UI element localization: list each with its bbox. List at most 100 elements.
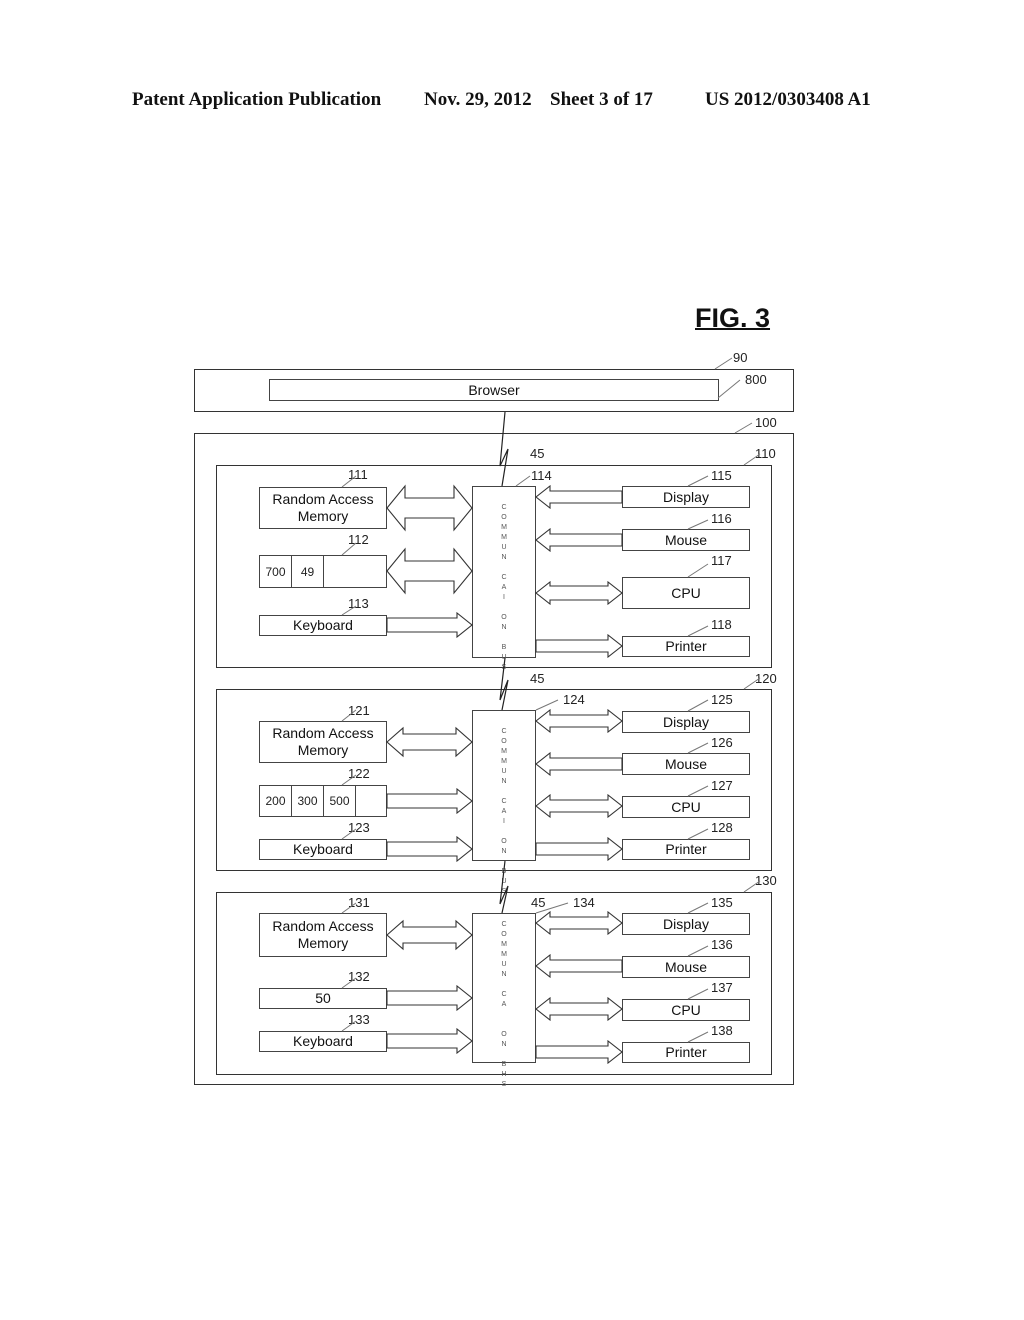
ram-label: Random Access	[272, 491, 374, 507]
bus-letter	[503, 563, 505, 573]
bus-letter: S	[501, 1081, 507, 1088]
ref-label: 126	[711, 735, 733, 750]
printer-label: Printer	[665, 1044, 707, 1060]
ref-label: 90	[733, 350, 748, 365]
bus-letter	[503, 857, 505, 867]
bus-letter	[503, 827, 505, 837]
cpu-box: CPU	[622, 999, 750, 1021]
printer-box: Printer	[622, 636, 750, 657]
mouse-box: Mouse	[622, 529, 750, 551]
bus-letter: M	[501, 758, 507, 765]
storage-value: 50	[315, 990, 331, 1006]
communication-bus: COMMUN CA ON BHS	[472, 913, 536, 1088]
printer-box: Printer	[622, 839, 750, 860]
ref-label: 135	[711, 895, 733, 910]
bus-letter: A	[501, 584, 507, 591]
leader-line	[734, 422, 753, 434]
bus-letter: C	[501, 991, 507, 998]
storage-cell: 49	[292, 556, 324, 587]
ref-label: 113	[348, 596, 369, 611]
browser-label: Browser	[468, 381, 520, 398]
bus-letter: U	[501, 768, 507, 775]
ref-label: 117	[711, 553, 732, 568]
bus-letter: U	[501, 544, 507, 551]
ref-label: 124	[563, 692, 585, 707]
mouse-box: Mouse	[622, 753, 750, 775]
browser-box: Browser	[269, 379, 719, 401]
sheet-number: Sheet 3 of 17	[550, 89, 653, 110]
bus-letter: N	[501, 848, 507, 855]
patent-number: US 2012/0303408 A1	[705, 89, 871, 110]
ref-label: 100	[755, 415, 777, 430]
storage-box: 50	[259, 988, 387, 1009]
bus-letter: N	[501, 554, 507, 561]
bus-letter: M	[501, 748, 507, 755]
ref-label: 123	[348, 820, 370, 835]
communication-bus: COMMUN CAI ON BUS	[472, 486, 536, 671]
ref-label: 110	[755, 446, 776, 461]
bus-letter: C	[501, 504, 507, 511]
bus-letter: H	[501, 1071, 507, 1078]
storage-cell	[356, 786, 386, 816]
storage-box: 700 49	[259, 555, 387, 588]
bus-letter: O	[501, 838, 507, 845]
bus-letter: O	[501, 1031, 507, 1038]
keyboard-label: Keyboard	[293, 841, 353, 857]
display-box: Display	[622, 711, 750, 733]
ref-label: 133	[348, 1012, 370, 1027]
printer-label: Printer	[665, 638, 707, 654]
bus-letter: A	[501, 1001, 507, 1008]
ref-label: 128	[711, 820, 733, 835]
ref-label: 121	[348, 703, 370, 718]
bus-letter: O	[501, 614, 507, 621]
bus-letter	[503, 1050, 505, 1060]
network-ref-label: 45	[531, 895, 546, 910]
bus-letter: I	[503, 594, 505, 601]
storage-cell: 300	[292, 786, 324, 816]
ref-label: 112	[348, 532, 369, 547]
bus-letter: M	[501, 951, 507, 958]
ref-label: 111	[348, 467, 368, 482]
ref-label: 122	[348, 766, 370, 781]
bus-letter: M	[501, 534, 507, 541]
ref-label: 131	[348, 895, 370, 910]
mouse-box: Mouse	[622, 956, 750, 978]
display-box: Display	[622, 486, 750, 508]
cpu-box: CPU	[622, 577, 750, 609]
bus-letter: U	[501, 961, 507, 968]
bus-letter	[503, 1010, 505, 1020]
bus-letter: A	[501, 808, 507, 815]
ref-label: 127	[711, 778, 733, 793]
storage-box: 200 300 500	[259, 785, 387, 817]
bus-letter	[503, 1020, 505, 1030]
bus-letter: N	[501, 1041, 507, 1048]
ram-label: Random Access	[272, 725, 374, 741]
cpu-label: CPU	[671, 798, 701, 815]
bus-letter: O	[501, 931, 507, 938]
publication-date: Nov. 29, 2012	[424, 89, 532, 110]
ref-label: 116	[711, 511, 732, 526]
bus-letter: N	[501, 624, 507, 631]
bus-letter: B	[501, 644, 507, 651]
bus-letter	[503, 980, 505, 990]
ram-box: Random Access Memory	[259, 721, 387, 763]
display-label: Display	[663, 713, 709, 730]
storage-cell: 200	[260, 786, 292, 816]
ram-label: Memory	[297, 742, 349, 758]
ram-label: Memory	[297, 508, 349, 524]
bus-letter: N	[501, 778, 507, 785]
ref-label: 118	[711, 617, 732, 632]
ram-label: Random Access	[272, 918, 374, 934]
keyboard-label: Keyboard	[293, 1033, 353, 1049]
bus-letter: C	[501, 921, 507, 928]
display-label: Display	[663, 488, 709, 505]
cpu-label: CPU	[671, 584, 701, 601]
ram-label: Memory	[297, 935, 349, 951]
storage-cell: 500	[324, 786, 356, 816]
network-ref-label: 45	[530, 446, 545, 461]
bus-letter: U	[501, 654, 507, 661]
bus-letter	[503, 787, 505, 797]
bus-letter: B	[501, 868, 507, 875]
keyboard-box: Keyboard	[259, 839, 387, 860]
cpu-box: CPU	[622, 796, 750, 818]
